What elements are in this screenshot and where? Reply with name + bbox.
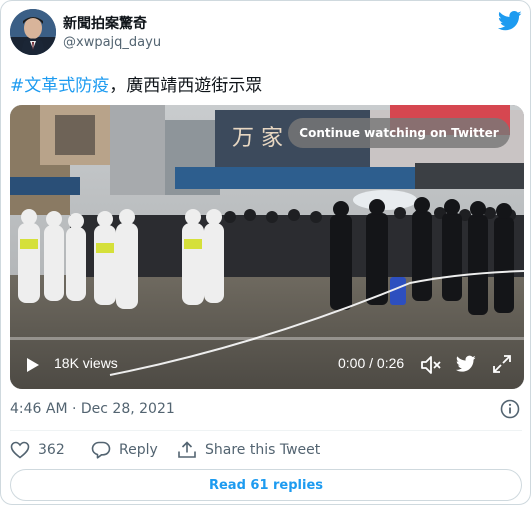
continue-watching-button[interactable]: Continue watching on Twitter — [288, 118, 510, 148]
tweet-card: 新聞拍案驚奇 @xwpajq_dayu #文革式防疫，廣西靖西遊街示眾 万 家 … — [0, 0, 531, 505]
avatar[interactable] — [10, 9, 56, 55]
video-progress-bar[interactable] — [10, 337, 524, 340]
display-name[interactable]: 新聞拍案驚奇 — [63, 13, 147, 33]
reply-icon — [91, 441, 111, 459]
like-button[interactable]: 362 — [10, 441, 65, 459]
user-handle[interactable]: @xwpajq_dayu — [63, 35, 161, 50]
view-count: 18K views — [54, 355, 118, 371]
info-icon[interactable] — [500, 399, 520, 419]
shop-sign: 万 家 — [232, 126, 283, 151]
video-controls: 18K views 0:00 / 0:26 — [10, 343, 524, 389]
heart-icon — [10, 441, 30, 459]
reply-button[interactable]: Reply — [91, 441, 158, 459]
read-replies-button[interactable]: Read 61 replies — [10, 469, 522, 501]
share-label: Share this Tweet — [205, 442, 321, 458]
tweet-text: #文革式防疫，廣西靖西遊街示眾 — [10, 71, 262, 96]
tweet-timestamp[interactable]: 4:46 AM · Dec 28, 2021 — [10, 401, 175, 417]
like-count: 362 — [38, 442, 65, 458]
video-time: 0:00 / 0:26 — [338, 355, 405, 371]
video-player[interactable]: 万 家 Continue watching on Twitter 18K vie… — [10, 105, 524, 389]
share-icon — [178, 441, 196, 458]
reply-label: Reply — [119, 442, 158, 458]
share-button[interactable]: Share this Tweet — [177, 441, 320, 459]
hashtag-link[interactable]: #文革式防疫 — [10, 76, 109, 96]
twitter-bird-icon[interactable] — [456, 355, 476, 373]
play-icon[interactable] — [26, 357, 40, 373]
volume-icon[interactable] — [420, 354, 442, 376]
tweet-body: ，廣西靖西遊街示眾 — [109, 76, 263, 96]
divider — [10, 430, 522, 431]
expand-icon[interactable] — [492, 354, 512, 374]
twitter-bird-icon[interactable] — [498, 11, 522, 31]
